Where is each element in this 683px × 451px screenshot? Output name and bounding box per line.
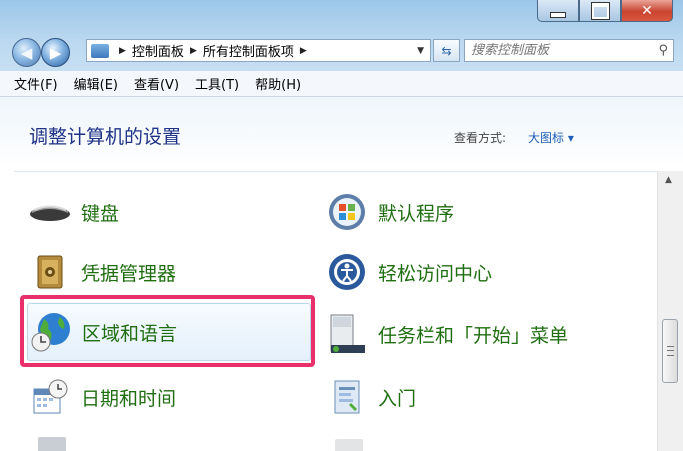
item-label: 键盘 bbox=[81, 202, 120, 225]
highlight-box bbox=[20, 295, 315, 367]
breadcrumb-separator-icon[interactable]: ▶ bbox=[119, 46, 126, 56]
grip-icon bbox=[667, 346, 674, 356]
refresh-icon: ⇆ bbox=[441, 43, 452, 58]
refresh-button[interactable]: ⇆ bbox=[433, 39, 460, 62]
menu-tools[interactable]: 工具(T) bbox=[195, 74, 239, 93]
menu-bar: 文件(F) 编辑(E) 查看(V) 工具(T) 帮助(H) bbox=[0, 71, 683, 97]
item-keyboard[interactable]: 键盘 bbox=[28, 190, 119, 234]
getting-started-icon bbox=[325, 375, 369, 419]
item-default-programs[interactable]: 默认程序 bbox=[325, 190, 454, 234]
control-panel-icon bbox=[91, 43, 109, 58]
forward-arrow-icon: ▶ bbox=[49, 43, 62, 62]
default-programs-icon bbox=[325, 190, 369, 234]
vertical-scrollbar[interactable]: ▲ bbox=[657, 171, 683, 451]
item-ease-of-access[interactable]: 轻松访问中心 bbox=[325, 250, 492, 294]
maximize-icon bbox=[590, 1, 610, 20]
date-time-icon bbox=[28, 375, 72, 419]
minimize-button[interactable] bbox=[537, 0, 579, 22]
page-title: 调整计算机的设置 bbox=[29, 126, 182, 148]
close-icon: ✕ bbox=[641, 2, 653, 19]
back-button[interactable]: ◀ bbox=[12, 38, 41, 67]
menu-help[interactable]: 帮助(H) bbox=[255, 74, 301, 93]
divider bbox=[14, 171, 657, 172]
item-date-time[interactable]: 日期和时间 bbox=[28, 375, 176, 419]
item-label: 默认程序 bbox=[378, 202, 455, 225]
navigation-bar: ◀ ▶ ▶ 控制面板 ▶ 所有控制面板项 ▶ ▼ ⇆ ⚲ bbox=[0, 36, 683, 67]
scroll-up-icon[interactable]: ▲ bbox=[665, 175, 672, 185]
credential-manager-icon bbox=[28, 250, 72, 294]
search-input[interactable] bbox=[465, 42, 643, 59]
item-label: 凭据管理器 bbox=[81, 262, 177, 285]
item-label: 轻松访问中心 bbox=[378, 262, 493, 285]
ease-of-access-icon bbox=[325, 250, 369, 294]
breadcrumb-control-panel[interactable]: 控制面板 bbox=[132, 41, 184, 60]
menu-edit[interactable]: 编辑(E) bbox=[74, 74, 118, 93]
breadcrumb-separator-icon[interactable]: ▶ bbox=[300, 46, 307, 56]
taskbar-start-menu-icon bbox=[325, 312, 369, 356]
item-label: 入门 bbox=[378, 387, 417, 410]
breadcrumb-all-items[interactable]: 所有控制面板项 bbox=[203, 41, 294, 60]
caption-buttons: ✕ bbox=[537, 0, 673, 24]
breadcrumb-separator-icon[interactable]: ▶ bbox=[190, 46, 197, 56]
address-dropdown-icon[interactable]: ▼ bbox=[417, 46, 424, 56]
devices-printers-icon bbox=[335, 439, 363, 451]
device-manager-icon bbox=[38, 437, 66, 451]
item-getting-started[interactable]: 入门 bbox=[325, 375, 416, 419]
keyboard-icon bbox=[28, 190, 72, 234]
content-area: 调整计算机的设置 查看方式: 大图标 ▾ 键盘 默认程序 凭据管理器 轻松访问中… bbox=[0, 97, 683, 451]
item-credential-manager[interactable]: 凭据管理器 bbox=[28, 250, 176, 294]
back-arrow-icon: ◀ bbox=[20, 43, 33, 62]
view-by-label: 查看方式: bbox=[454, 131, 507, 145]
scroll-thumb[interactable] bbox=[662, 319, 678, 383]
close-button[interactable]: ✕ bbox=[621, 0, 673, 22]
menu-view[interactable]: 查看(V) bbox=[134, 74, 179, 93]
item-label: 日期和时间 bbox=[81, 387, 177, 410]
view-by-dropdown[interactable]: 大图标 ▾ bbox=[528, 129, 574, 146]
maximize-button[interactable] bbox=[579, 0, 621, 22]
item-label: 任务栏和「开始」菜单 bbox=[378, 324, 569, 347]
item-taskbar-start-menu[interactable]: 任务栏和「开始」菜单 bbox=[325, 312, 568, 356]
minimize-icon bbox=[550, 11, 566, 18]
menu-file[interactable]: 文件(F) bbox=[14, 74, 58, 93]
search-box[interactable]: ⚲ bbox=[464, 39, 674, 62]
address-bar[interactable]: ▶ 控制面板 ▶ 所有控制面板项 ▶ ▼ bbox=[86, 39, 431, 62]
search-icon[interactable]: ⚲ bbox=[658, 43, 668, 58]
forward-button[interactable]: ▶ bbox=[41, 38, 70, 67]
